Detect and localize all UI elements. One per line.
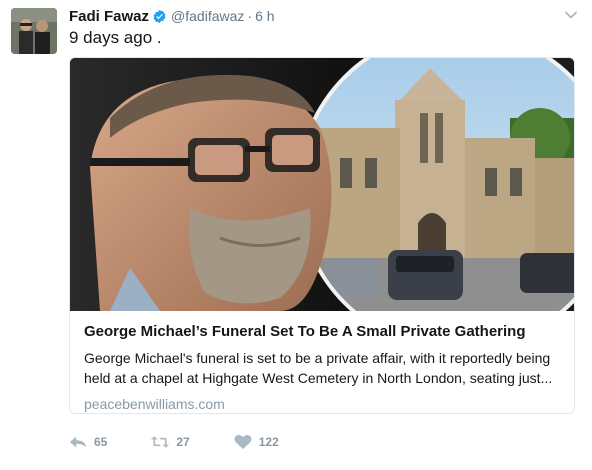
tweet[interactable]: Fadi Fawaz @fadifawaz · 6 h 9 days ago . [0,0,592,470]
like-count: 122 [258,435,279,449]
card-title[interactable]: George Michael’s Funeral Set To Be A Sma… [84,322,560,342]
card-domain[interactable]: peacebenwilliams.com [84,396,560,412]
reply-button[interactable]: 65 [69,434,107,450]
retweet-icon [151,436,170,448]
reply-icon [69,436,87,448]
link-card[interactable]: George Michael’s Funeral Set To Be A Sma… [69,57,575,414]
profile-photo-icon [11,8,57,54]
reply-count: 65 [94,435,108,449]
screen-name[interactable]: @fadifawaz [171,8,244,24]
retweet-button[interactable]: 27 [151,434,190,450]
retweet-count: 27 [176,435,190,449]
heart-icon [234,434,252,449]
separator-dot: · [247,8,253,24]
tweet-actions: 65 27 122 [69,432,323,452]
tweet-header: Fadi Fawaz @fadifawaz · 6 h [69,6,275,26]
avatar[interactable] [11,8,57,54]
card-body: George Michael’s Funeral Set To Be A Sma… [84,322,560,412]
chevron-down-icon[interactable] [564,8,578,22]
tweet-text: 9 days ago . [69,28,162,47]
card-image[interactable] [70,58,574,311]
timestamp[interactable]: 6 h [255,8,274,24]
card-description: George Michael's funeral is set to be a … [84,350,553,386]
george-michael-and-highgate-chapel-photo-icon [70,58,574,311]
display-name[interactable]: Fadi Fawaz [69,8,149,25]
verified-badge-icon [152,9,167,24]
like-button[interactable]: 122 [234,434,279,450]
